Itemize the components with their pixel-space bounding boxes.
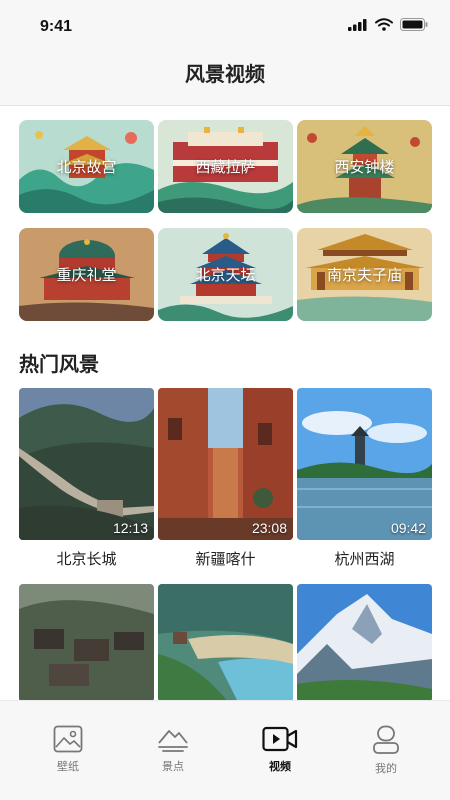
video-duration: 09:42 (390, 520, 426, 536)
category-card-hall[interactable]: 重庆礼堂 (19, 228, 154, 321)
video-duration: 12:13 (112, 520, 148, 536)
status-time: 9:41 (40, 18, 73, 35)
tab-label: 景点 (162, 760, 184, 773)
tab-label: 我的 (375, 762, 397, 775)
tab-scenic-spots[interactable]: 景点 (133, 725, 213, 774)
category-card-potala[interactable]: 西藏拉萨 (158, 120, 293, 213)
category-label: 南京夫子庙 (326, 266, 402, 284)
battery-icon (400, 18, 428, 31)
video-card-snow-mountain[interactable] (297, 584, 432, 702)
signal-icon (348, 18, 367, 31)
video-title: 杭州西湖 (334, 550, 395, 568)
video-thumbnail[interactable]: 23:08 (158, 388, 293, 540)
video-card-coast[interactable] (158, 584, 293, 702)
village-photo (19, 584, 154, 702)
video-card-great-wall[interactable]: 12:13 北京长城 (19, 388, 154, 569)
tab-label: 视频 (269, 760, 291, 773)
picture-icon (53, 725, 83, 753)
section-title-hot: 热门风景 (19, 352, 99, 376)
category-label: 北京故宫 (56, 158, 117, 176)
video-title: 新疆喀什 (195, 550, 256, 568)
category-card-palace[interactable]: 北京故宫 (19, 120, 154, 213)
category-label: 北京天坛 (195, 266, 256, 284)
status-bar: 9:41 (0, 0, 450, 48)
west-lake-photo (297, 388, 432, 540)
video-thumbnail[interactable]: 09:42 (297, 388, 432, 540)
video-camera-icon (262, 726, 298, 752)
category-label: 西安钟楼 (334, 158, 395, 176)
video-thumbnail[interactable] (19, 584, 154, 702)
tab-profile[interactable]: 我的 (346, 725, 426, 776)
mountain-icon (158, 730, 188, 752)
video-duration: 23:08 (251, 520, 287, 536)
video-title: 北京长城 (56, 550, 117, 568)
category-card-temple-of-heaven[interactable]: 北京天坛 (158, 228, 293, 321)
tab-wallpaper[interactable]: 壁纸 (28, 725, 108, 774)
category-label: 西藏拉萨 (195, 158, 256, 176)
video-thumbnail[interactable] (158, 584, 293, 702)
video-thumbnail[interactable] (297, 584, 432, 702)
wifi-icon (375, 18, 393, 31)
video-thumbnail[interactable]: 12:13 (19, 388, 154, 540)
page-title: 风景视频 (185, 62, 265, 86)
snow-mountain-photo (297, 584, 432, 702)
video-card-west-lake[interactable]: 09:42 杭州西湖 (297, 388, 432, 569)
category-card-bell-tower[interactable]: 西安钟楼 (297, 120, 432, 213)
tab-video[interactable]: 视频 (240, 725, 320, 774)
user-icon (373, 725, 399, 754)
great-wall-photo (19, 388, 154, 540)
tab-label: 壁纸 (57, 760, 79, 773)
status-icons (348, 18, 428, 31)
video-card-village[interactable] (19, 584, 154, 702)
coast-photo (158, 584, 293, 702)
kashgar-photo (158, 388, 293, 540)
video-card-kashgar[interactable]: 23:08 新疆喀什 (158, 388, 293, 569)
category-card-confucius-temple[interactable]: 南京夫子庙 (297, 228, 432, 321)
tab-bar: 壁纸 景点 视频 我的 (0, 700, 450, 800)
header: 风景视频 (0, 48, 450, 106)
category-label: 重庆礼堂 (56, 266, 117, 284)
